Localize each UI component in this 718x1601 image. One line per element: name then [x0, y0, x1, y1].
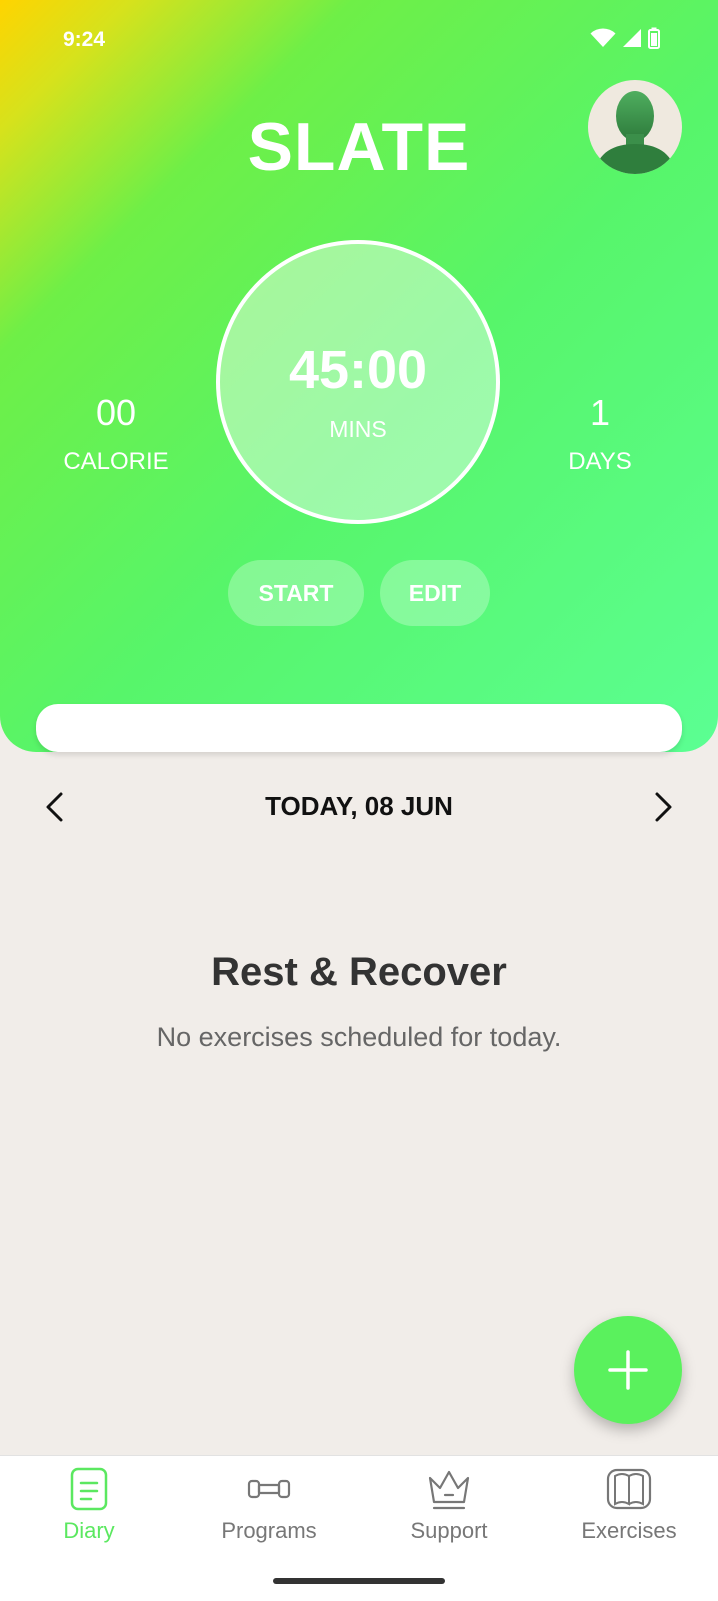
empty-state-subtitle: No exercises scheduled for today.: [156, 1022, 562, 1052]
nav-label-exercises: Exercises: [581, 1518, 677, 1543]
days-value: 1: [589, 392, 611, 433]
battery-icon: [648, 27, 660, 49]
crown-icon: [428, 1470, 470, 1510]
nav-label-support: Support: [410, 1518, 488, 1543]
nav-label-programs: Programs: [221, 1518, 317, 1543]
days-label: DAYS: [568, 448, 632, 475]
nav-item-programs[interactable]: Programs: [184, 1466, 354, 1544]
edit-button[interactable]: EDIT: [380, 560, 490, 626]
calorie-stat: 00 CALORIE: [26, 392, 206, 476]
hero-header: 9:24 SLATE 00 CALORIE 45:00 MINS 1 DAYS …: [0, 0, 718, 752]
calorie-value: 00: [95, 392, 137, 433]
timer-circle[interactable]: 45:00 MINS: [216, 240, 500, 524]
date-label: TODAY, 08 JUN: [265, 791, 453, 821]
nav-item-exercises[interactable]: Exercises: [544, 1466, 714, 1544]
profile-avatar[interactable]: [588, 80, 682, 174]
date-navigator: TODAY, 08 JUN: [0, 782, 718, 832]
diary-icon: [70, 1467, 108, 1511]
timer-unit: MINS: [329, 416, 387, 442]
person-avatar-icon: [594, 91, 676, 174]
book-icon: [606, 1468, 652, 1510]
empty-state-title: Rest & Recover: [211, 950, 507, 994]
add-button[interactable]: [574, 1316, 682, 1424]
wifi-icon: [590, 28, 616, 47]
chevron-right-icon[interactable]: [648, 790, 678, 824]
calorie-label: CALORIE: [63, 448, 169, 475]
status-icons: [590, 27, 660, 49]
plus-icon: [608, 1350, 648, 1390]
summary-bar: [36, 704, 682, 752]
timer-value: 45:00: [288, 340, 428, 400]
status-time: 9:24: [63, 28, 106, 51]
signal-icon: [623, 29, 641, 47]
nav-item-support[interactable]: Support: [364, 1466, 534, 1544]
nav-label-diary: Diary: [63, 1518, 115, 1543]
dumbbell-icon: [247, 1479, 291, 1499]
start-button[interactable]: START: [228, 560, 364, 626]
nav-item-diary[interactable]: Diary: [4, 1466, 174, 1544]
home-indicator[interactable]: [273, 1578, 445, 1584]
days-stat: 1 DAYS: [510, 392, 690, 476]
